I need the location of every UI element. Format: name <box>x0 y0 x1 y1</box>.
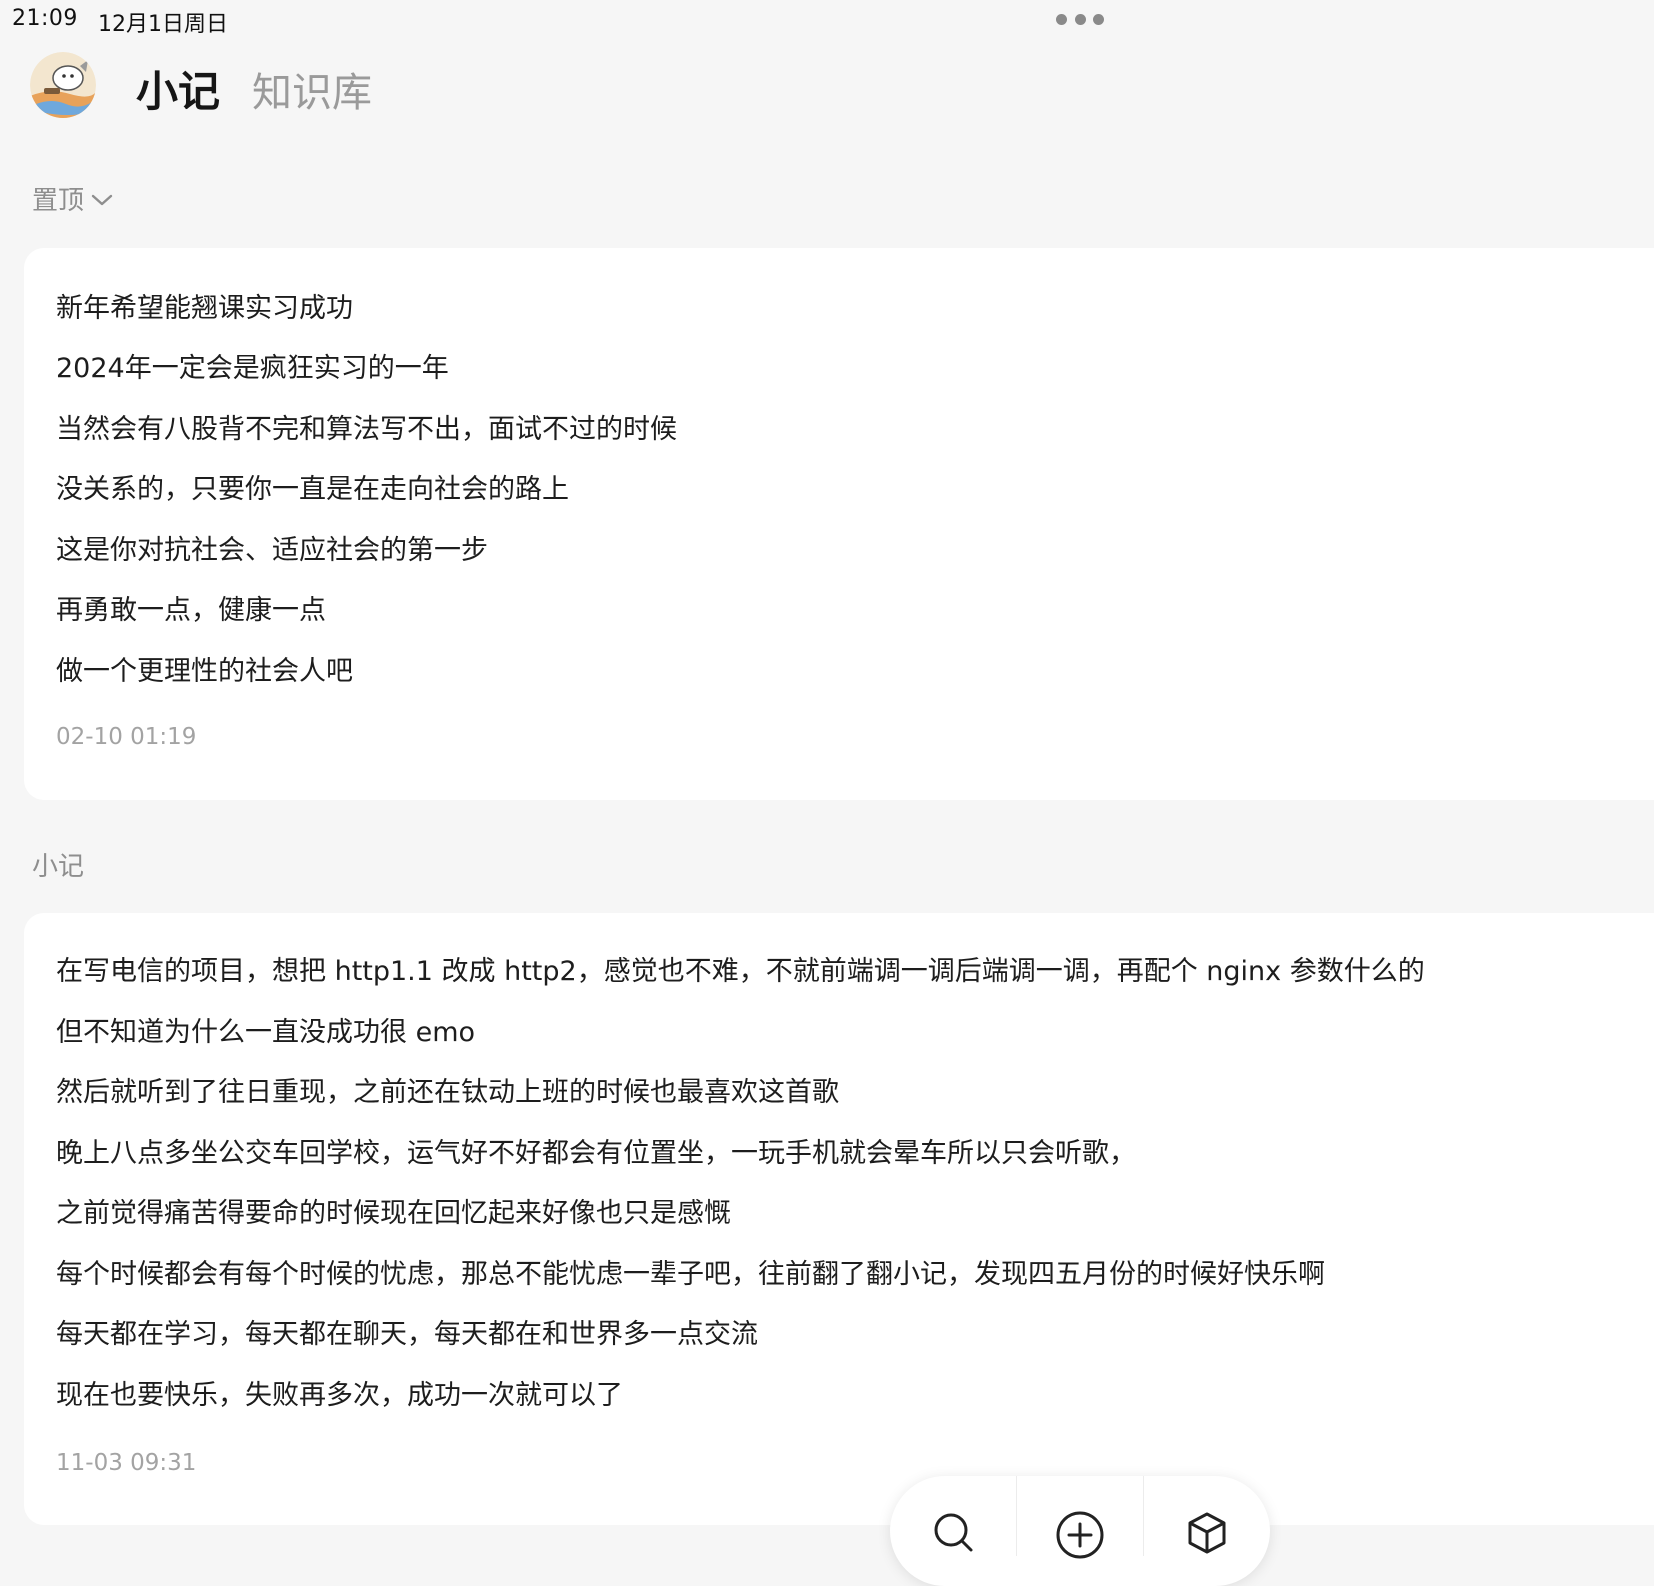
search-button[interactable] <box>890 1476 1016 1586</box>
note-line: 然后就听到了往日重现，之前还在钛动上班的时候也最喜欢这首歌 <box>56 1077 839 1108</box>
tab-knowledge-base[interactable]: 知识库 <box>252 60 372 118</box>
note-line: 没关系的，只要你一直是在走向社会的路上 <box>56 474 569 505</box>
knowledge-cube-button[interactable] <box>1144 1476 1270 1586</box>
pinned-label: 置顶 <box>32 186 85 216</box>
tab-notes[interactable]: 小记 <box>136 58 220 119</box>
note-line: 当然会有八股背不完和算法写不出，面试不过的时候 <box>56 414 677 445</box>
pinned-section-toggle[interactable]: 置顶 <box>32 180 114 217</box>
avatar[interactable] <box>30 52 96 118</box>
cube-icon <box>1188 1512 1226 1554</box>
note-line: 这是你对抗社会、适应社会的第一步 <box>56 535 488 566</box>
status-bar: 21:09 12月1日周日 <box>0 0 1654 40</box>
status-date: 12月1日周日 <box>98 12 228 37</box>
note-line: 每天都在学习，每天都在聊天，每天都在和世界多一点交流 <box>56 1319 758 1350</box>
note-line: 晚上八点多坐公交车回学校，运气好不好都会有位置坐，一玩手机就会晕车所以只会听歌， <box>56 1138 1136 1169</box>
note-line: 在写电信的项目，想把 http1.1 改成 http2，感觉也不难，不就前端调一… <box>56 956 1425 987</box>
bottom-toolbar <box>890 1476 1270 1586</box>
notes-section-label: 小记 <box>32 852 85 882</box>
note-line: 2024年一定会是疯狂实习的一年 <box>56 353 449 384</box>
pinned-note-card[interactable]: 新年希望能翘课实习成功 2024年一定会是疯狂实习的一年 当然会有八股背不完和算… <box>24 248 1654 800</box>
note-line: 新年希望能翘课实习成功 <box>56 293 353 324</box>
multitask-menu-icon[interactable] <box>1056 14 1104 26</box>
note-timestamp: 11-03 09:31 <box>56 1450 197 1476</box>
search-icon <box>934 1513 973 1552</box>
note-card[interactable]: 在写电信的项目，想把 http1.1 改成 http2，感觉也不难，不就前端调一… <box>24 913 1654 1525</box>
add-note-button[interactable] <box>1017 1476 1143 1586</box>
header: 小记 知识库 <box>0 48 1654 128</box>
note-line: 但不知道为什么一直没成功很 emo <box>56 1017 476 1048</box>
note-line: 之前觉得痛苦得要命的时候现在回忆起来好像也只是感慨 <box>56 1198 731 1229</box>
chevron-down-icon <box>91 194 113 205</box>
note-line: 做一个更理性的社会人吧 <box>56 656 353 687</box>
add-circle-icon <box>1056 1511 1104 1559</box>
avatar-illustration-icon <box>30 52 96 118</box>
note-line: 再勇敢一点，健康一点 <box>56 595 326 626</box>
status-time: 21:09 <box>12 6 78 31</box>
note-line: 每个时候都会有每个时候的忧虑，那总不能忧虑一辈子吧，往前翻了翻小记，发现四五月份… <box>56 1259 1325 1290</box>
note-timestamp: 02-10 01:19 <box>56 724 197 750</box>
note-line: 现在也要快乐，失败再多次，成功一次就可以了 <box>56 1380 623 1411</box>
